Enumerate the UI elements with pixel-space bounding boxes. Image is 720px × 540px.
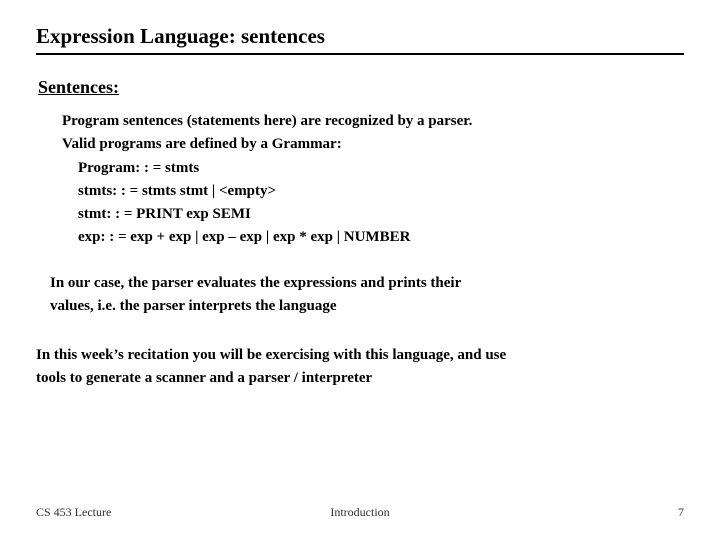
footer-page-number: 7 <box>678 505 684 520</box>
line-grammar-intro: Valid programs are defined by a Grammar: <box>62 133 684 156</box>
slide-title: Expression Language: sentences <box>36 24 684 55</box>
footer-center: Introduction <box>330 505 389 520</box>
interpret-block: In our case, the parser evaluates the ex… <box>50 272 684 319</box>
grammar-block: Program: : = stmts stmts: : = stmts stmt… <box>78 157 684 250</box>
line-parser: Program sentences (statements here) are … <box>62 110 684 133</box>
grammar-exp: exp: : = exp + exp | exp – exp | exp * e… <box>78 226 684 249</box>
interpret-line1: In our case, the parser evaluates the ex… <box>50 272 684 295</box>
recitation-line2: tools to generate a scanner and a parser… <box>36 367 684 390</box>
grammar-stmt: stmt: : = PRINT exp SEMI <box>78 203 684 226</box>
body-text: Program sentences (statements here) are … <box>62 110 684 250</box>
footer: CS 453 Lecture Introduction 7 <box>36 505 684 520</box>
grammar-stmts: stmts: : = stmts stmt | <empty> <box>78 180 684 203</box>
section-heading: Sentences: <box>38 77 684 98</box>
recitation-block: In this week’s recitation you will be ex… <box>36 344 684 391</box>
grammar-program: Program: : = stmts <box>78 157 684 180</box>
recitation-line1: In this week’s recitation you will be ex… <box>36 344 684 367</box>
interpret-line2: values, i.e. the parser interprets the l… <box>50 295 684 318</box>
footer-left: CS 453 Lecture <box>36 505 111 520</box>
